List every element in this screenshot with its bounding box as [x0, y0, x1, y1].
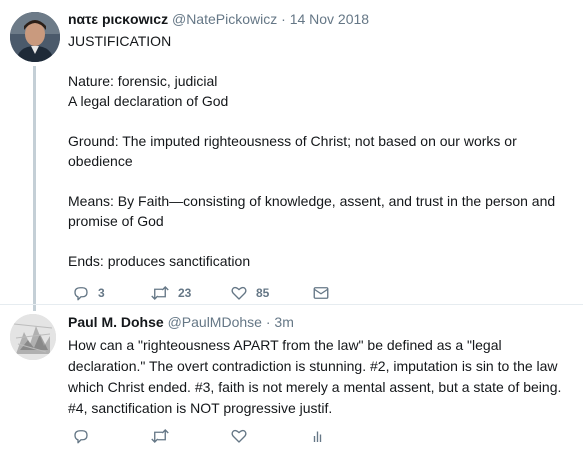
retweet-button[interactable] — [150, 427, 170, 445]
reply-icon — [74, 287, 88, 301]
like-icon — [231, 286, 247, 300]
timestamp[interactable]: 3m — [274, 314, 293, 330]
like-button[interactable] — [230, 427, 248, 445]
display-name[interactable]: Paul M. Dohse — [68, 314, 164, 330]
thread-connector-line — [33, 66, 36, 311]
direct-message-icon — [313, 287, 329, 299]
avatar-nate-pickowicz[interactable] — [10, 12, 60, 62]
reply-button[interactable]: 3 — [72, 284, 105, 302]
avatar-paul-dohse[interactable] — [10, 314, 56, 360]
tweet-line: Nature: forensic, judicial — [68, 73, 218, 89]
tweet-body: How can a "righteousness APART from the … — [68, 337, 562, 416]
reply-count: 3 — [98, 286, 105, 300]
direct-message-button[interactable] — [312, 284, 330, 302]
profile-photo-icon — [10, 12, 60, 62]
like-count: 85 — [256, 286, 270, 300]
tweet-header: Paul M. Dohse @PaulMDohse · 3m — [68, 313, 294, 331]
tweet-line: JUSTIFICATION — [68, 33, 172, 49]
tweet-line: Ground: The imputed righteousness of Chr… — [68, 133, 517, 169]
profile-photo-icon — [10, 314, 56, 360]
like-icon — [231, 429, 247, 443]
user-handle[interactable]: @PaulMDohse — [168, 314, 262, 330]
retweet-icon — [151, 429, 169, 443]
reply-button[interactable] — [72, 427, 90, 445]
analytics-icon — [313, 431, 322, 442]
display-name[interactable]: nατε pιcκowιcz — [68, 11, 168, 27]
retweet-icon — [151, 286, 169, 300]
separator-dot: · — [281, 11, 286, 27]
tweet-line: A legal declaration of God — [68, 93, 229, 109]
tweet-line: Ends: produces sanctification — [68, 253, 251, 269]
tweet-line: Means: By Faith—consisting of knowledge,… — [68, 193, 556, 229]
retweet-button[interactable]: 23 — [150, 284, 191, 302]
reply-icon — [74, 430, 88, 444]
tweet-body: JUSTIFICATION Nature: forensic, judicial… — [68, 31, 568, 271]
analytics-button[interactable] — [310, 427, 328, 445]
retweet-count: 23 — [178, 286, 192, 300]
like-button[interactable]: 85 — [230, 284, 269, 302]
separator-dot: · — [265, 314, 271, 330]
timestamp[interactable]: 14 Nov 2018 — [290, 11, 369, 27]
user-handle[interactable]: @NatePickowicz — [172, 11, 277, 27]
tweet-header: nατε pιcκowιcz @NatePickowicz · 14 Nov 2… — [68, 10, 369, 28]
tweet-divider — [0, 304, 583, 305]
